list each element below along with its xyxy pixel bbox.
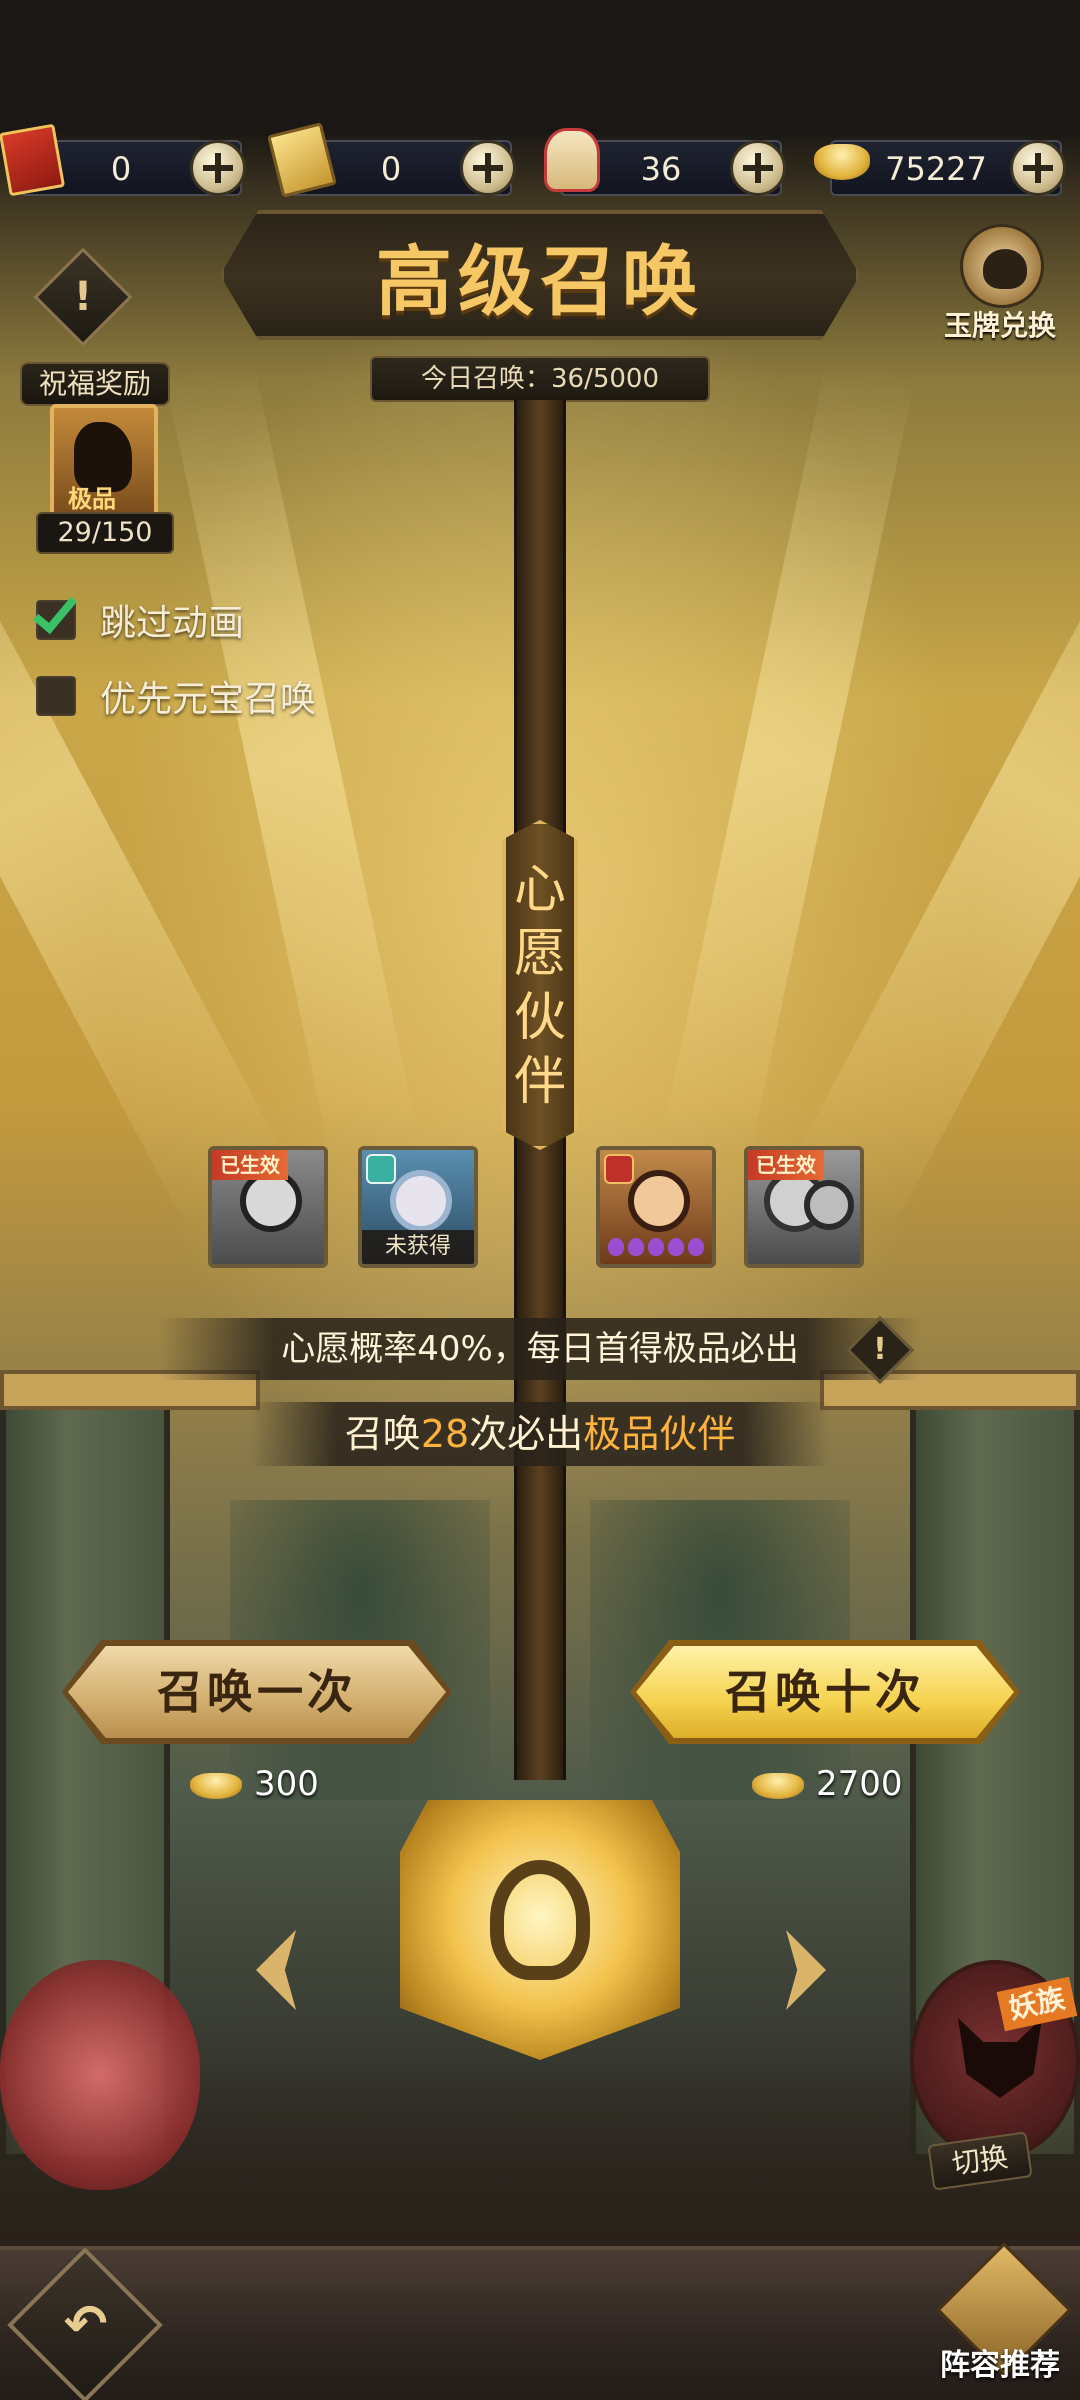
left-pool-lantern-icon[interactable] xyxy=(0,1960,200,2190)
summon-ten-cost: 2700 xyxy=(752,1762,903,1806)
gold-ingot-icon xyxy=(190,1772,242,1799)
back-arrow-icon: ↶ xyxy=(63,2294,108,2355)
summon-once-button[interactable]: 召唤一次 xyxy=(62,1640,452,1744)
blessing-reward-label: 祝福奖励 xyxy=(20,362,170,406)
resource-red-envelope: 0 xyxy=(0,123,246,197)
star-icon xyxy=(688,1238,704,1256)
not-obtained-label: 未获得 xyxy=(362,1230,474,1264)
star-rating xyxy=(606,1238,706,1260)
resource-gold-ticket: 0 xyxy=(267,122,516,198)
red-envelope-icon xyxy=(0,123,66,197)
star-icon xyxy=(648,1238,664,1256)
resource-lucky-bag: 36 xyxy=(544,128,786,196)
add-red-envelope-button[interactable] xyxy=(190,140,246,196)
add-gold-ticket-button[interactable] xyxy=(460,140,516,196)
gold-ingot-icon xyxy=(814,144,870,180)
skip-animation-checkbox[interactable] xyxy=(33,587,77,640)
wish-partner-title: 心 愿 伙 伴 xyxy=(502,858,578,1114)
element-badge-icon xyxy=(604,1154,634,1184)
gate-symbol-icon xyxy=(490,1860,590,1980)
cost-value: 2700 xyxy=(816,1764,903,1804)
today-summon-count: 今日召唤：36/5000 xyxy=(370,356,710,402)
resource-value: 36 xyxy=(640,150,682,188)
resource-value: 75227 xyxy=(885,150,987,188)
exclamation-icon: ! xyxy=(873,1332,887,1367)
wish-title-char: 伴 xyxy=(513,1052,566,1112)
element-badge-icon xyxy=(366,1154,396,1184)
wish-slot-2[interactable]: 未获得 xyxy=(358,1146,478,1268)
resource-value: 0 xyxy=(110,150,132,188)
cost-value: 300 xyxy=(254,1764,319,1804)
prefer-ingot-checkbox[interactable] xyxy=(36,676,76,716)
demon-mask-icon xyxy=(958,2018,1042,2098)
guarantee-banner: 召唤28次必出极品伙伴 xyxy=(250,1402,830,1466)
skip-animation-label[interactable]: 跳过动画 xyxy=(100,594,244,646)
wish-title-char: 伙 xyxy=(513,988,566,1048)
bottom-bar xyxy=(0,2246,1080,2400)
wish-slot-1[interactable]: 已生效 xyxy=(208,1146,328,1268)
page-title: 高级召唤 xyxy=(376,237,704,326)
add-lucky-bag-button[interactable] xyxy=(730,140,786,196)
summon-once-cost: 300 xyxy=(190,1762,319,1806)
gold-ingot-icon xyxy=(752,1772,804,1799)
summon-ten-label: 召唤十次 xyxy=(636,1646,1014,1738)
prefer-ingot-label[interactable]: 优先元宝召唤 xyxy=(100,670,316,722)
summon-ten-button[interactable]: 召唤十次 xyxy=(630,1640,1020,1744)
blessing-tier: 极品 xyxy=(68,484,116,513)
wish-title-char: 心 xyxy=(513,860,566,920)
star-icon xyxy=(608,1238,624,1256)
wish-probability-info: 心愿概率40%，每日首得极品必出 xyxy=(160,1318,920,1380)
summon-once-label: 召唤一次 xyxy=(68,1646,446,1738)
lucky-bag-icon xyxy=(544,128,600,192)
lineup-recommend-label[interactable]: 阵容推荐 xyxy=(920,2340,1080,2384)
resource-bar: 0 0 36 75227 xyxy=(0,122,1080,200)
wish-slot-3[interactable] xyxy=(596,1146,716,1268)
resource-value: 0 xyxy=(380,150,402,188)
blessing-progress: 29/150 xyxy=(36,512,174,554)
wish-title-char: 愿 xyxy=(513,924,566,984)
guarantee-middle: 次必出 xyxy=(469,1412,584,1456)
exclamation-icon: ! xyxy=(73,274,93,320)
guarantee-count: 28 xyxy=(420,1412,470,1456)
add-gold-ingot-button[interactable] xyxy=(1010,140,1066,196)
blessing-reward-button[interactable]: 极品 xyxy=(50,404,158,520)
active-ribbon: 已生效 xyxy=(748,1150,824,1180)
active-ribbon: 已生效 xyxy=(212,1150,288,1180)
wish-slot-4[interactable]: 已生效 xyxy=(744,1146,864,1268)
guarantee-prefix: 召唤 xyxy=(344,1412,421,1456)
summon-gate-emblem xyxy=(400,1800,680,2060)
star-icon xyxy=(628,1238,644,1256)
star-icon xyxy=(668,1238,684,1256)
jade-exchange-button[interactable] xyxy=(960,224,1044,308)
resource-gold-ingot: 75227 xyxy=(814,140,1066,196)
jade-exchange-label[interactable]: 玉牌兑换 xyxy=(920,304,1080,344)
guarantee-reward: 极品伙伴 xyxy=(583,1412,736,1456)
jade-token-icon xyxy=(983,249,1027,289)
